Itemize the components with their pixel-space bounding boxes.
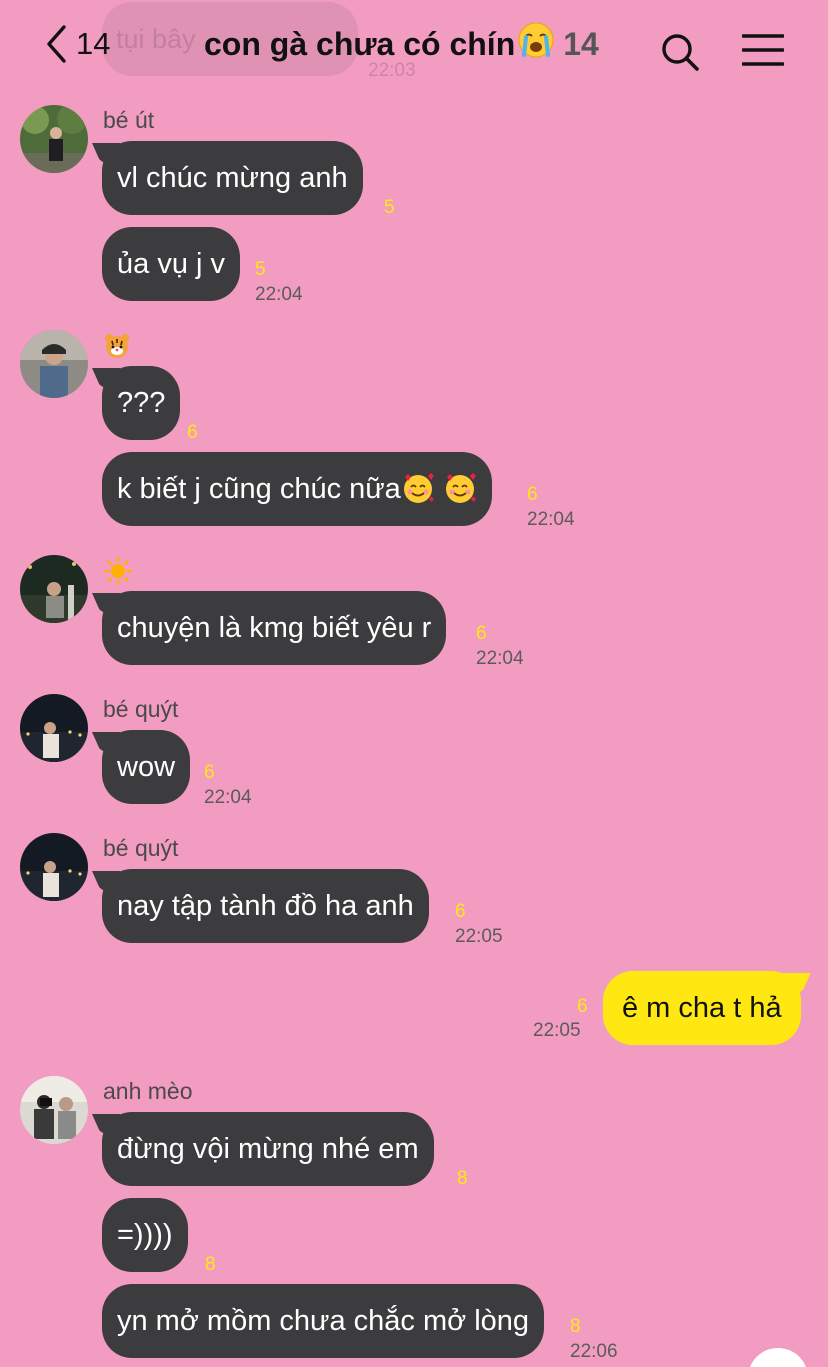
avatar[interactable]	[20, 833, 88, 901]
smiling-face-with-hearts-icon	[401, 459, 435, 503]
member-count: 14	[563, 25, 599, 62]
scroll-to-bottom-button[interactable]	[748, 1348, 808, 1367]
unread-count: 6	[455, 901, 466, 922]
message-bubble[interactable]: vl chúc mừng anh	[102, 141, 363, 215]
back-button[interactable]: 14	[44, 22, 110, 66]
unread-count: 6	[527, 484, 538, 505]
crying-face-icon	[517, 21, 555, 67]
sender-name: anh mèo	[103, 1078, 193, 1104]
sender-name: bé quýt	[103, 835, 179, 861]
unread-chats-count: 14	[76, 26, 111, 61]
avatar[interactable]	[20, 105, 88, 173]
message-bubble[interactable]: đừng vội mừng nhé em	[102, 1112, 434, 1186]
search-icon	[660, 34, 700, 76]
menu-button[interactable]	[741, 34, 785, 71]
message-bubble[interactable]: =))))	[102, 1198, 188, 1272]
sender-name: bé út	[103, 107, 155, 133]
message-time: 22:04	[204, 787, 252, 808]
message-time: 22:05	[533, 1020, 581, 1041]
message-time: 22:04	[255, 284, 303, 305]
chat-screen: tụi bây 22:03 14 con gà chưa có chín😭	[0, 0, 828, 1367]
message-bubble[interactable]: k biết j cũng chúc nữa	[102, 452, 492, 526]
message-bubble[interactable]: ủa vụ j v	[102, 227, 240, 301]
message-time: 22:04	[527, 509, 575, 530]
avatar[interactable]	[20, 1076, 88, 1144]
message-bubble[interactable]: yn mở mồm chưa chắc mở lòng	[102, 1284, 545, 1358]
chat-header: 14 con gà chưa có chín😭 14	[0, 0, 828, 96]
chat-name: con gà chưa có chín😭	[204, 25, 516, 62]
avatar[interactable]	[20, 555, 88, 623]
message-time: 22:06	[570, 1341, 618, 1362]
sender-name: bé quýt	[103, 696, 179, 722]
chevron-left-icon	[44, 24, 68, 64]
avatar[interactable]	[20, 694, 88, 762]
message-bubble[interactable]: ???	[102, 366, 181, 440]
smiling-face-with-hearts-icon	[443, 459, 477, 503]
sender-sun-icon	[103, 556, 133, 590]
my-message-bubble[interactable]: ê m cha t hả	[603, 971, 801, 1045]
avatar[interactable]	[20, 330, 88, 398]
chat-title[interactable]: con gà chưa có chín😭 14	[204, 22, 599, 66]
sender-tiger-icon	[104, 333, 130, 364]
unread-count: 8	[205, 1254, 216, 1275]
unread-count: 6	[577, 996, 588, 1017]
message-time: 22:04	[476, 648, 524, 669]
message-time: 22:05	[455, 926, 503, 947]
message-bubble[interactable]: nay tập tành đồ ha anh	[102, 869, 429, 943]
unread-count: 5	[255, 259, 266, 280]
unread-count: 8	[570, 1316, 581, 1337]
search-button[interactable]	[660, 32, 700, 77]
message-bubble[interactable]: chuyện là kmg biết yêu r	[102, 591, 447, 665]
unread-count: 6	[476, 623, 487, 644]
unread-count: 6	[204, 762, 215, 783]
hamburger-menu-icon	[741, 34, 785, 70]
unread-count: 5	[384, 197, 395, 218]
message-bubble[interactable]: wow	[102, 730, 191, 804]
unread-count: 6	[187, 422, 198, 443]
unread-count: 8	[457, 1168, 468, 1189]
